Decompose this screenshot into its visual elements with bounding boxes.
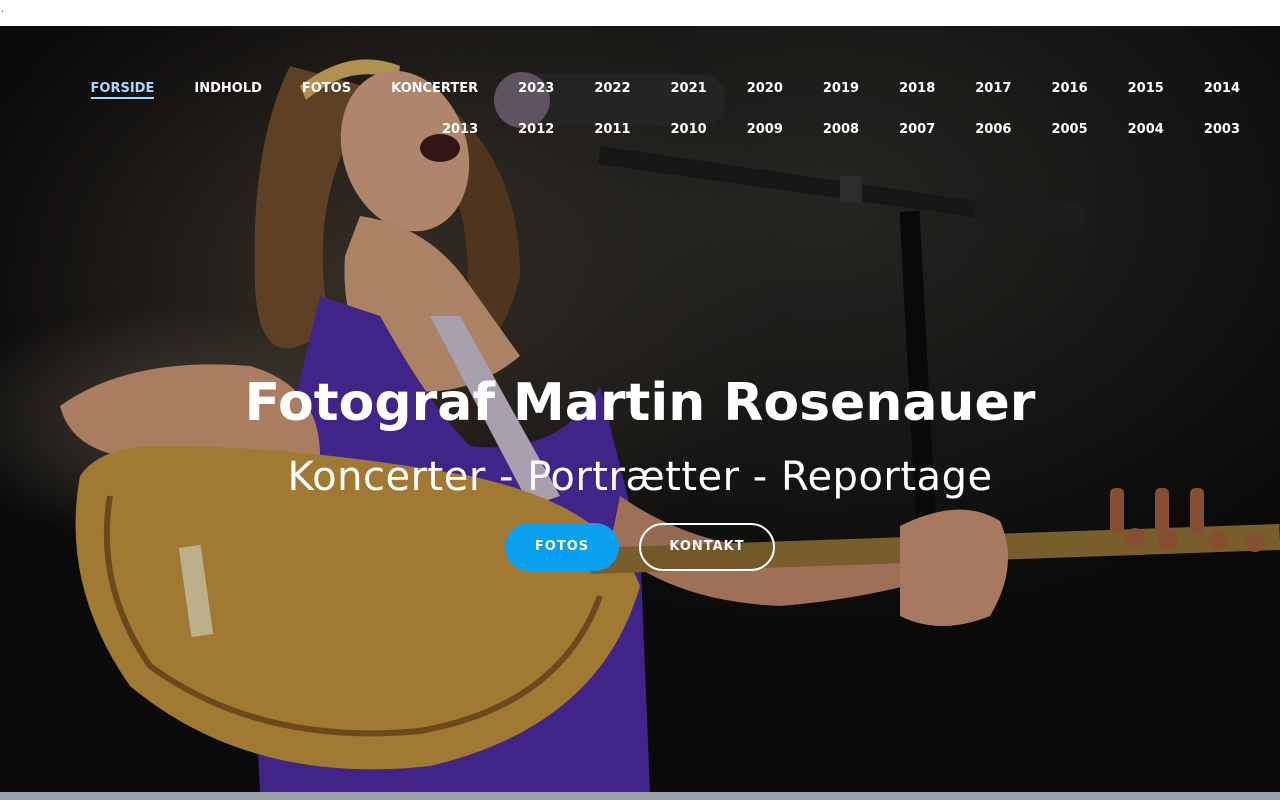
nav-item-label: FORSIDE bbox=[90, 81, 155, 99]
nav-item-2011[interactable]: 2011 bbox=[574, 119, 650, 141]
nav-item-2009[interactable]: 2009 bbox=[727, 119, 803, 141]
nav-item-2006[interactable]: 2006 bbox=[955, 119, 1031, 141]
nav-item-2017[interactable]: 2017 bbox=[955, 78, 1031, 100]
nav-item-2012[interactable]: 2012 bbox=[498, 119, 574, 141]
nav-item-indhold[interactable]: INDHOLD bbox=[174, 78, 282, 100]
nav-item-2013[interactable]: 2013 bbox=[422, 119, 498, 141]
nav-item-2016[interactable]: 2016 bbox=[1031, 78, 1107, 100]
fotos-button[interactable]: FOTOS bbox=[505, 523, 619, 571]
top-strip-marker: . bbox=[1, 4, 5, 15]
nav-item-2003[interactable]: 2003 bbox=[1184, 119, 1260, 141]
nav-item-2020[interactable]: 2020 bbox=[727, 78, 803, 100]
nav-item-2007[interactable]: 2007 bbox=[879, 119, 955, 141]
nav-item-2004[interactable]: 2004 bbox=[1108, 119, 1184, 141]
main-navigation: FORSIDE INDHOLD FOTOS KONCERTER 2023 202… bbox=[60, 78, 1260, 141]
hero-subtitle: Koncerter - Portrætter - Reportage bbox=[287, 454, 993, 500]
hero-title: Fotograf Martin Rosenauer bbox=[244, 373, 1036, 433]
bottom-strip bbox=[0, 792, 1280, 800]
top-strip: . bbox=[0, 0, 1280, 26]
kontakt-button[interactable]: KONTAKT bbox=[639, 523, 775, 571]
nav-item-2023[interactable]: 2023 bbox=[498, 78, 574, 100]
nav-item-2010[interactable]: 2010 bbox=[651, 119, 727, 141]
nav-item-2022[interactable]: 2022 bbox=[574, 78, 650, 100]
nav-item-2018[interactable]: 2018 bbox=[879, 78, 955, 100]
nav-item-fotos[interactable]: FOTOS bbox=[282, 78, 371, 100]
nav-item-2021[interactable]: 2021 bbox=[651, 78, 727, 100]
nav-item-2014[interactable]: 2014 bbox=[1184, 78, 1260, 100]
nav-item-2008[interactable]: 2008 bbox=[803, 119, 879, 141]
nav-item-koncerter[interactable]: KONCERTER bbox=[371, 78, 498, 100]
nav-item-2005[interactable]: 2005 bbox=[1031, 119, 1107, 141]
nav-item-2015[interactable]: 2015 bbox=[1108, 78, 1184, 100]
nav-item-2019[interactable]: 2019 bbox=[803, 78, 879, 100]
nav-item-forside[interactable]: FORSIDE bbox=[71, 78, 175, 100]
